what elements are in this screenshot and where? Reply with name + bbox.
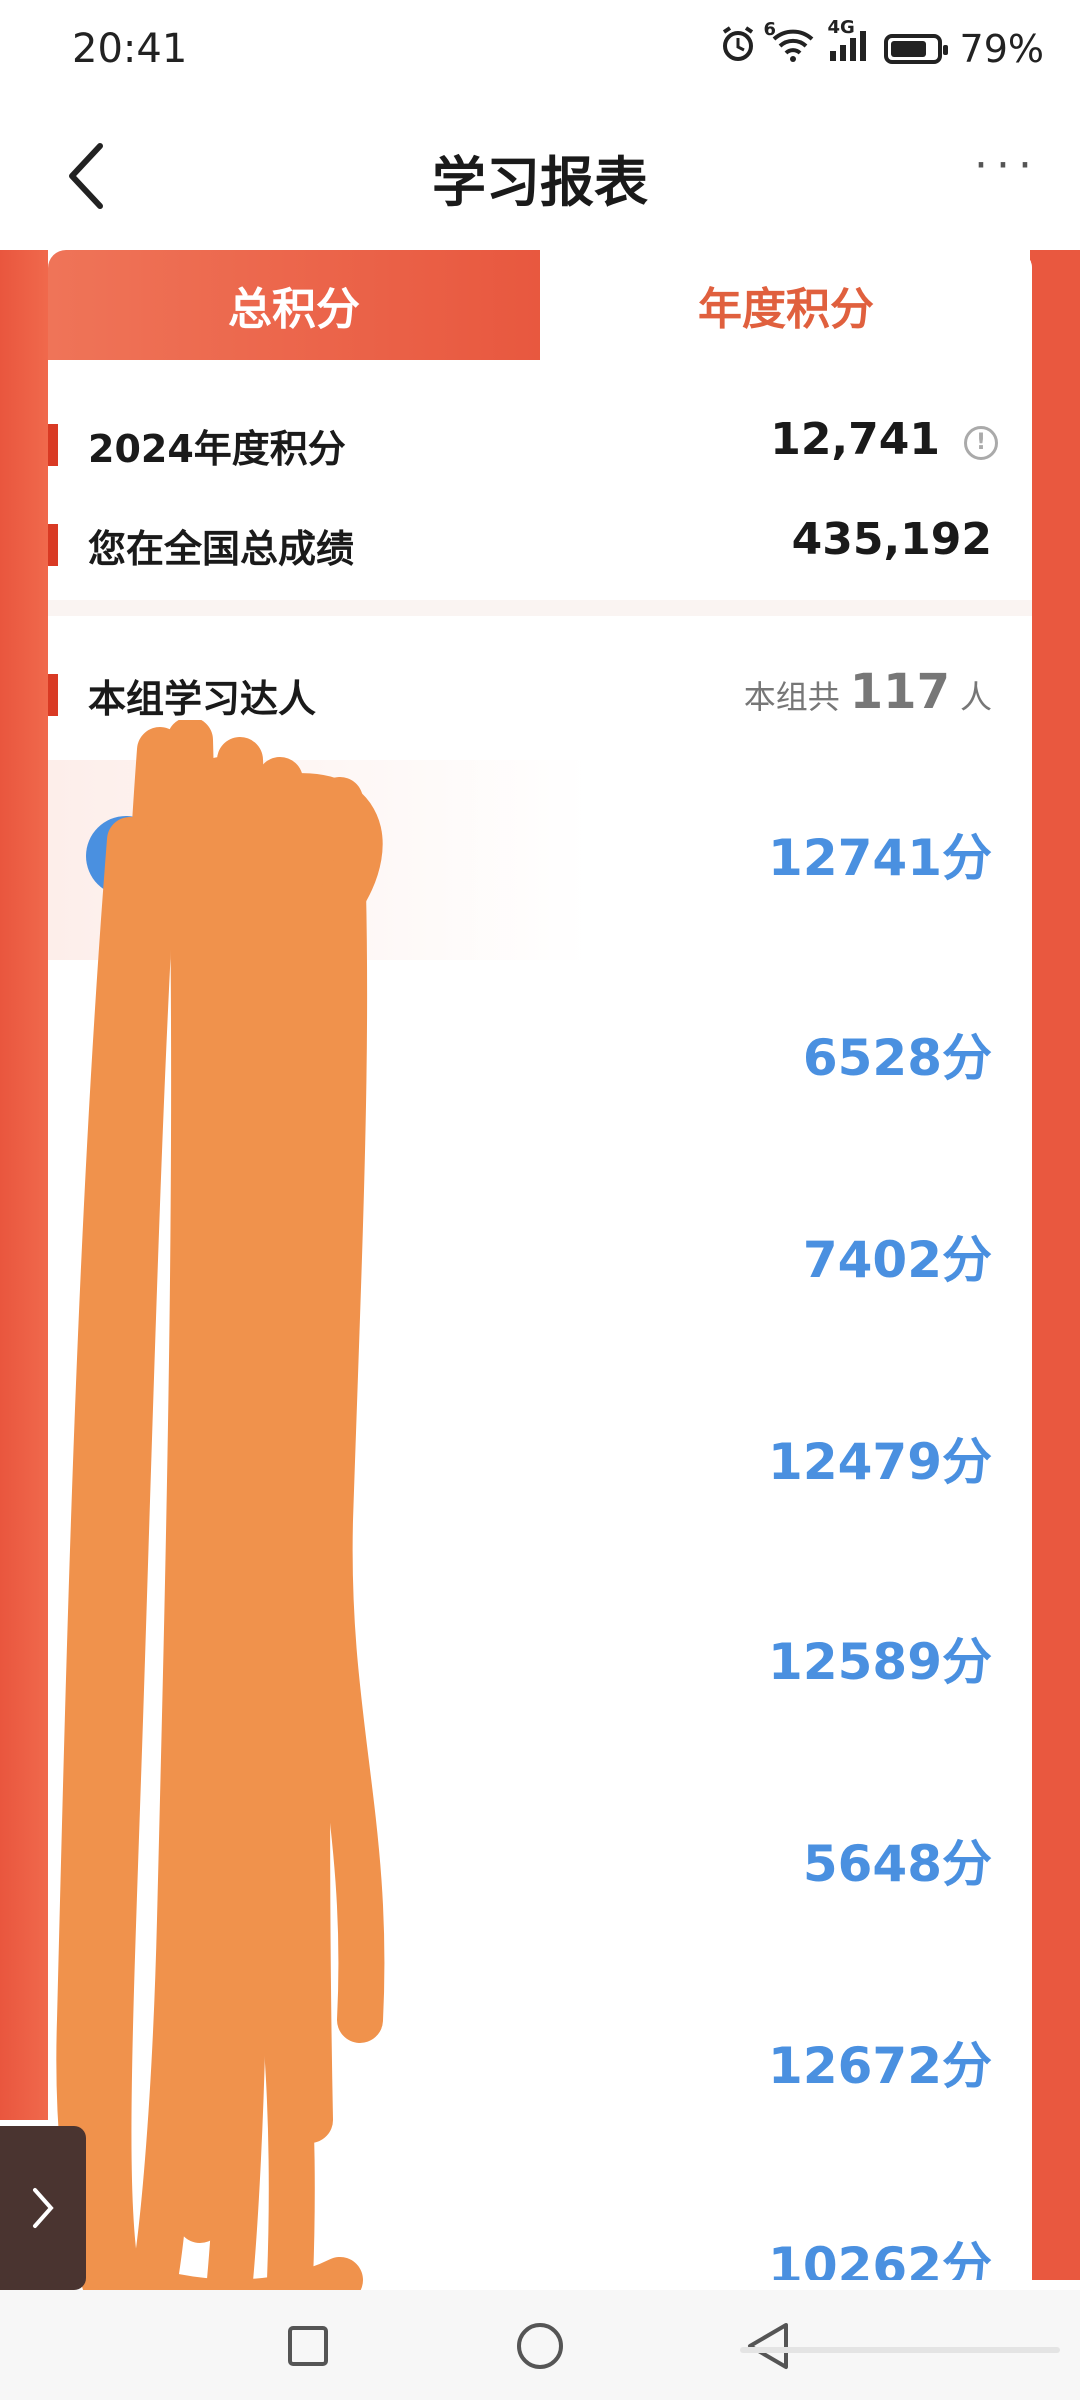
info-icon[interactable]: ! bbox=[964, 426, 998, 460]
battery-percent: 79% bbox=[959, 26, 1044, 71]
member-score: 12589分 bbox=[768, 1633, 992, 1691]
status-bar: 20:41 6 4G 79% bbox=[0, 0, 1080, 100]
national-score-label: 您在全国总成绩 bbox=[88, 527, 355, 571]
square-icon bbox=[288, 2326, 328, 2366]
tab-bar: 总积分 年度积分 bbox=[48, 250, 1032, 360]
national-score-row: 您在全国总成绩 435,192 bbox=[48, 500, 1032, 590]
chevron-right-icon bbox=[33, 2188, 54, 2228]
battery-fill bbox=[890, 40, 926, 57]
member-score: 12672分 bbox=[768, 2037, 992, 2095]
annual-points-row: 2024年度积分 12,741 ! bbox=[48, 400, 1032, 490]
section-divider bbox=[48, 600, 1032, 616]
member-score: 10262分 bbox=[768, 2237, 992, 2280]
row-marker bbox=[48, 674, 58, 716]
group-count-prefix: 本组共 bbox=[743, 678, 840, 716]
group-count-suffix: 人 bbox=[959, 678, 992, 716]
circle-icon bbox=[517, 2323, 563, 2369]
background-frame-right bbox=[1030, 250, 1080, 2280]
status-icons: 6 4G 79% bbox=[718, 17, 1044, 73]
wifi-label: 6 bbox=[763, 19, 777, 40]
tab-annual-points[interactable]: 年度积分 bbox=[540, 250, 1032, 360]
clock: 20:41 bbox=[72, 26, 188, 72]
battery-icon bbox=[883, 33, 948, 64]
group-count-number: 117 bbox=[849, 664, 950, 720]
page-title: 学习报表 bbox=[432, 151, 648, 214]
redaction-scribble bbox=[56, 720, 385, 2320]
wifi-icon: 6 bbox=[764, 19, 816, 72]
row-marker bbox=[48, 524, 58, 566]
national-score-value: 435,192 bbox=[791, 514, 992, 565]
home-button[interactable] bbox=[512, 2318, 568, 2374]
row-marker bbox=[48, 424, 58, 466]
more-dots-icon: ··· bbox=[974, 140, 1040, 191]
member-score: 12479分 bbox=[768, 1433, 992, 1491]
member-score: 12741分 bbox=[768, 829, 992, 887]
group-title: 本组学习达人 bbox=[88, 677, 317, 721]
side-panel-handle[interactable] bbox=[0, 2126, 86, 2290]
alarm-icon bbox=[718, 24, 758, 73]
annual-points-value: 12,741 bbox=[770, 414, 940, 465]
member-score: 5648分 bbox=[802, 1835, 992, 1893]
more-button[interactable]: ··· bbox=[974, 140, 1040, 191]
member-score: 6528分 bbox=[802, 1029, 992, 1087]
group-count: 本组共 117 人 bbox=[744, 664, 992, 720]
network-type: 4G bbox=[827, 17, 855, 38]
signal-icon: 4G bbox=[828, 17, 872, 72]
back-nav-button[interactable] bbox=[740, 2318, 796, 2374]
member-score: 7402分 bbox=[802, 1231, 992, 1289]
tab-total-points[interactable]: 总积分 bbox=[48, 250, 540, 360]
app-header: 学习报表 ··· bbox=[0, 100, 1080, 250]
annual-points-label: 2024年度积分 bbox=[88, 427, 346, 471]
recents-button[interactable] bbox=[280, 2318, 336, 2374]
system-nav-bar bbox=[0, 2290, 1080, 2400]
triangle-back-icon bbox=[748, 2323, 788, 2369]
gesture-line bbox=[740, 2347, 1060, 2353]
